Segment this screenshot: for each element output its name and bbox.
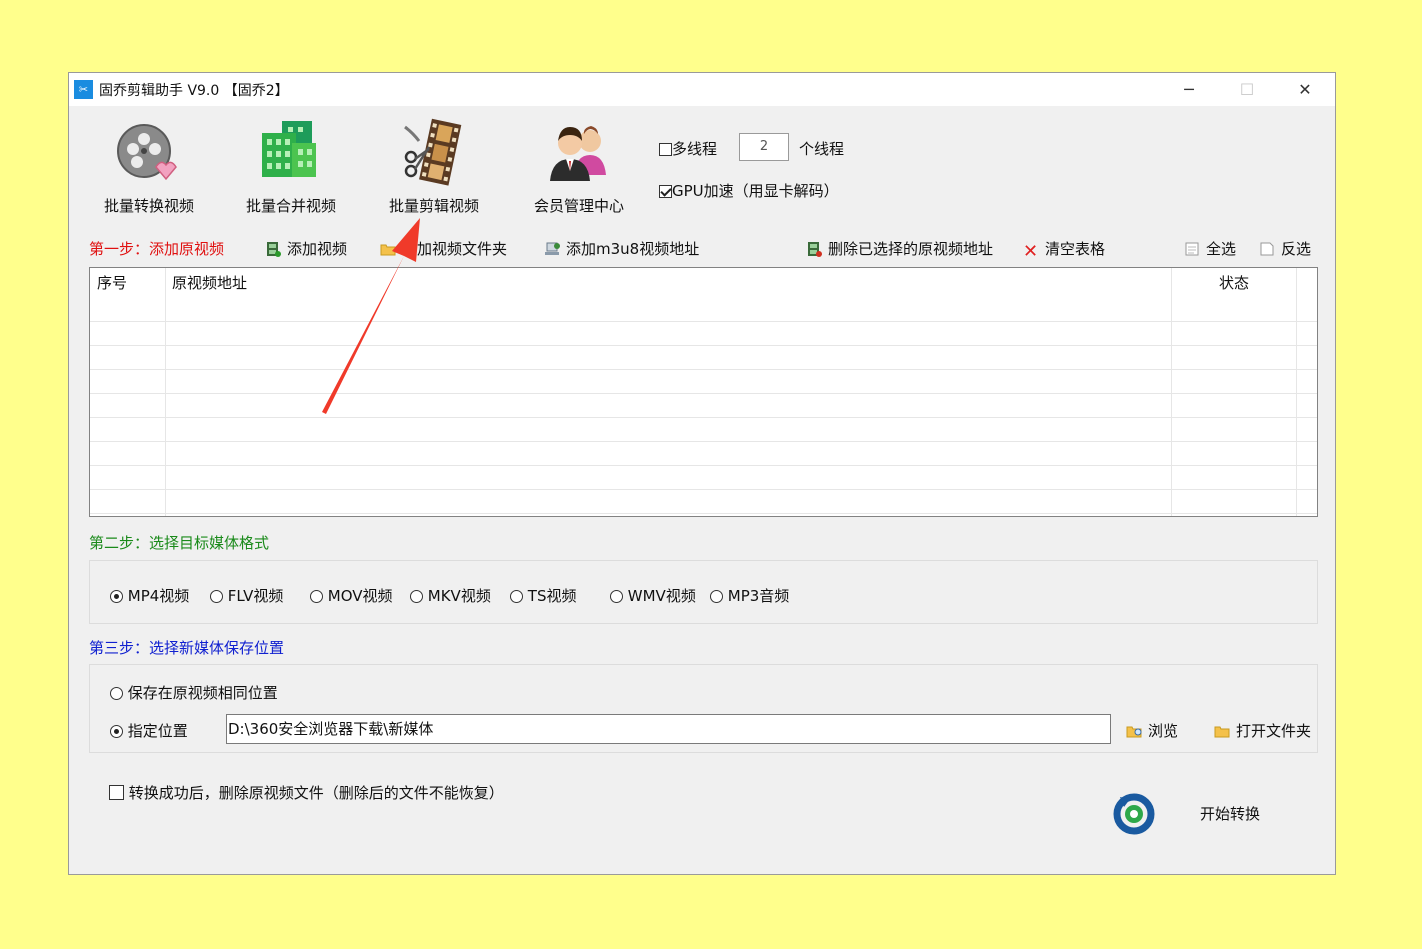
annotation-arrow: [322, 218, 420, 414]
